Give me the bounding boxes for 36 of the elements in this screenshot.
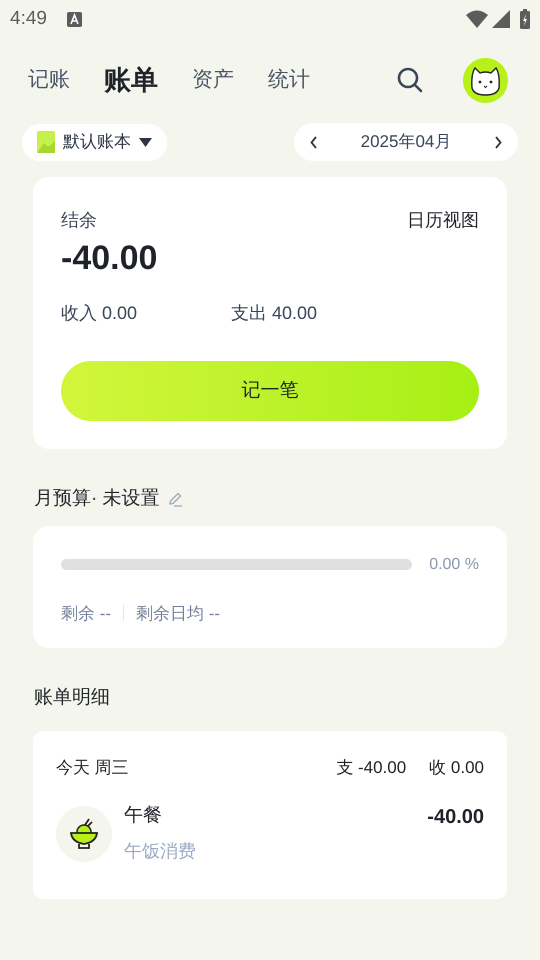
day-expense: 支 -40.00 [336, 756, 406, 778]
nav-tab[interactable]: 记账 [28, 64, 70, 96]
budget-title: 月预算· 未设置 [34, 487, 160, 511]
clock: 4:49 [10, 6, 47, 31]
cat-avatar-icon[interactable] [463, 58, 508, 102]
day-income: 收 0.00 [429, 756, 484, 778]
next-month-icon[interactable] [494, 136, 502, 148]
bill-entry[interactable]: 午餐 午饭消费 -40.00 [56, 806, 484, 865]
nav-tab[interactable]: 资产 [192, 64, 234, 96]
dropdown-caret-icon [139, 137, 152, 147]
battery-icon [520, 9, 530, 29]
ledger-selector[interactable]: 默认账本 [22, 124, 167, 160]
balance-label: 结余 [61, 209, 97, 232]
income-total: 收入 0.00 [61, 302, 138, 325]
entry-amount: -40.00 [427, 805, 484, 830]
notification-icon [66, 12, 82, 26]
calendar-view-link[interactable]: 日历视图 [407, 207, 479, 234]
remaining-amount: 剩余 -- [61, 602, 112, 624]
entry-name: 午餐 [124, 804, 163, 828]
wifi-icon [466, 10, 488, 28]
details-title: 账单明细 [34, 686, 111, 710]
add-record-button[interactable]: 记一笔 [61, 361, 479, 421]
budget-percent: 0.00 % [429, 554, 479, 574]
search-icon[interactable] [397, 67, 423, 93]
rice-bowl-icon [56, 806, 112, 862]
daily-remaining: 剩余日均 -- [136, 602, 220, 624]
notebook-icon [37, 131, 55, 153]
signal-icon [492, 10, 510, 28]
month-label[interactable]: 2025年04月 [360, 129, 452, 155]
entry-note: 午饭消费 [124, 840, 197, 863]
expense-total: 支出 40.00 [231, 302, 318, 325]
day-date: 今天 周三 [56, 756, 129, 778]
balance-amount: -40.00 [61, 238, 158, 279]
nav-tab[interactable]: 统计 [268, 64, 310, 96]
nav-tab[interactable]: 账单 [104, 60, 158, 100]
previous-month-icon[interactable] [310, 136, 318, 148]
